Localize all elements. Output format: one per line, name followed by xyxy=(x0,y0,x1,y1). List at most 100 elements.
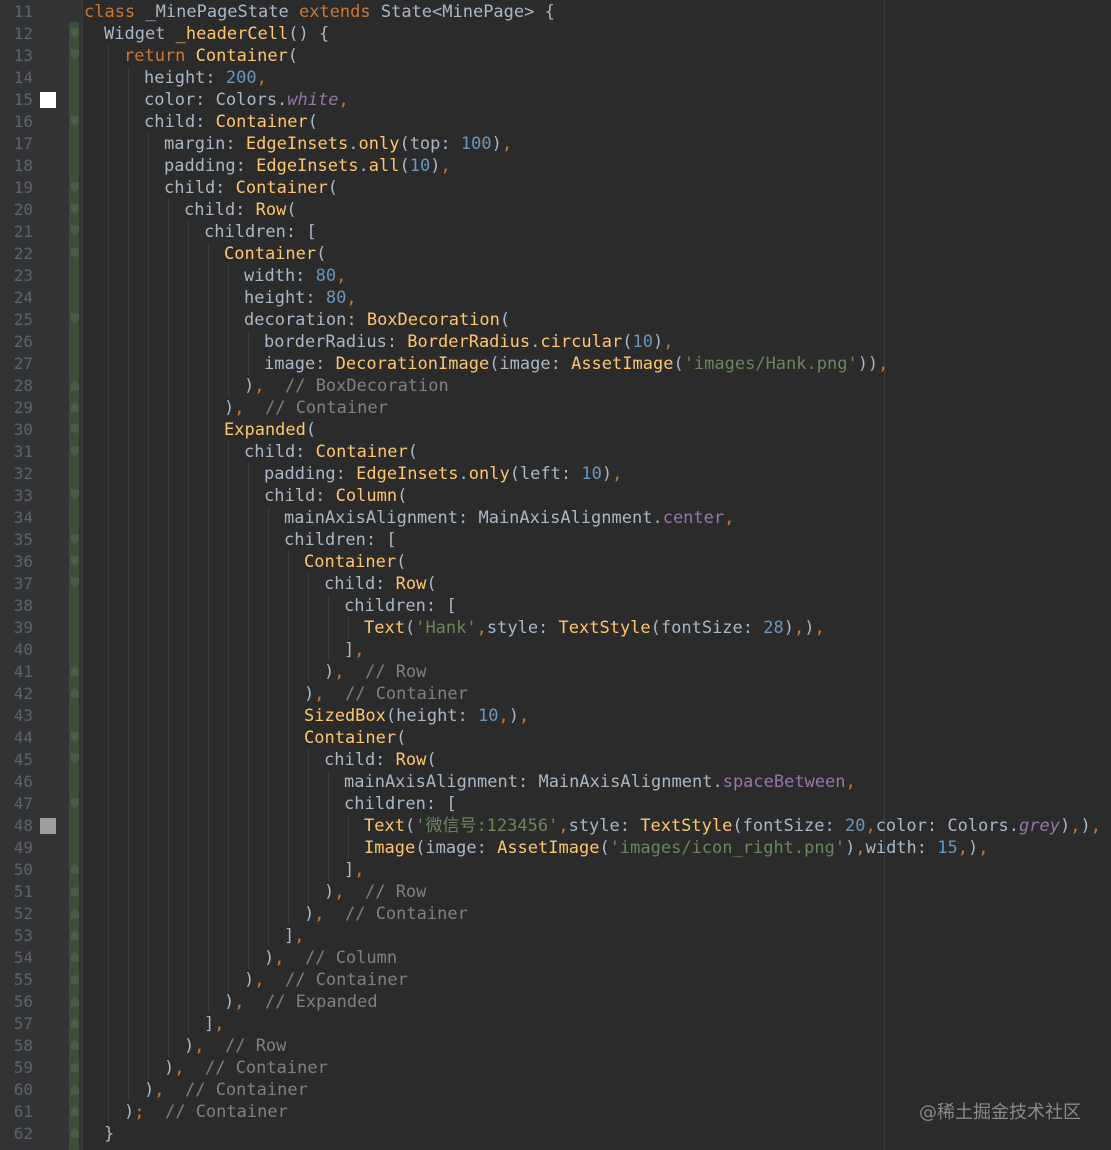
code-line[interactable]: 39 Text('Hank',style: TextStyle(fontSize:… xyxy=(0,617,1111,639)
code-line[interactable]: 35 children: [ xyxy=(0,529,1111,551)
code-line[interactable]: 42), // Container xyxy=(0,683,1111,705)
code-line[interactable]: 49 Image(image: AssetImage('images/icon_r… xyxy=(0,837,1111,859)
code-line[interactable]: 51), // Row xyxy=(0,881,1111,903)
code-line[interactable]: 25 decoration: BoxDecoration( xyxy=(0,309,1111,331)
code-line[interactable]: 45 child: Row( xyxy=(0,749,1111,771)
code-line[interactable]: 58), // Row xyxy=(0,1035,1111,1057)
fold-start-icon[interactable] xyxy=(71,446,79,456)
code-token: ) xyxy=(164,1058,175,1078)
color-preview-swatch[interactable] xyxy=(40,818,56,834)
fold-start-icon[interactable] xyxy=(71,754,79,764)
code-line[interactable]: 22 Container( xyxy=(0,243,1111,265)
code-line[interactable]: 14 height: 200, xyxy=(0,67,1111,89)
code-line[interactable]: 16 child: Container( xyxy=(0,111,1111,133)
fold-end-icon[interactable] xyxy=(71,952,79,962)
code-line[interactable]: 11 class _MinePageState extends State<Min… xyxy=(0,1,1111,23)
code-line[interactable]: 29), // Container xyxy=(0,397,1111,419)
fold-start-icon[interactable] xyxy=(71,424,79,434)
code-line[interactable]: 30 Expanded( xyxy=(0,419,1111,441)
indent-guide xyxy=(148,991,149,1013)
indent-guide xyxy=(128,683,129,705)
fold-end-icon[interactable] xyxy=(71,1106,79,1116)
code-line[interactable]: 17 margin: EdgeInsets.only(top: 100), xyxy=(0,133,1111,155)
code-line[interactable]: 59), // Container xyxy=(0,1057,1111,1079)
fold-end-icon[interactable] xyxy=(71,1128,79,1138)
code-line[interactable]: 28), // BoxDecoration xyxy=(0,375,1111,397)
code-line[interactable]: 40], xyxy=(0,639,1111,661)
indent-guide xyxy=(188,441,189,463)
fold-end-icon[interactable] xyxy=(71,1084,79,1094)
code-line[interactable]: 62} xyxy=(0,1123,1111,1145)
fold-end-icon[interactable] xyxy=(71,402,79,412)
code-line[interactable]: 46 mainAxisAlignment: MainAxisAlignment.s… xyxy=(0,771,1111,793)
code-line[interactable]: 13 return Container( xyxy=(0,45,1111,67)
code-line[interactable]: 52), // Container xyxy=(0,903,1111,925)
code-line[interactable]: 54), // Column xyxy=(0,947,1111,969)
code-line[interactable]: 48 Text('微信号:123456',style: TextStyle(fon… xyxy=(0,815,1111,837)
code-line[interactable]: 19 child: Container( xyxy=(0,177,1111,199)
code-line[interactable]: 34 mainAxisAlignment: MainAxisAlignment.c… xyxy=(0,507,1111,529)
code-editor[interactable]: 11 class _MinePageState extends State<Min… xyxy=(0,0,1111,1150)
fold-end-icon[interactable] xyxy=(71,1062,79,1072)
fold-start-icon[interactable] xyxy=(71,116,79,126)
code-line[interactable]: 23 width: 80, xyxy=(0,265,1111,287)
code-line[interactable]: 12 Widget _headerCell() { xyxy=(0,23,1111,45)
code-line[interactable]: 53], xyxy=(0,925,1111,947)
fold-start-icon[interactable] xyxy=(71,732,79,742)
fold-end-icon[interactable] xyxy=(71,864,79,874)
code-line[interactable]: 56), // Expanded xyxy=(0,991,1111,1013)
color-preview-swatch[interactable] xyxy=(40,92,56,108)
fold-start-icon[interactable] xyxy=(71,314,79,324)
code-line[interactable]: 36 Container( xyxy=(0,551,1111,573)
code-token: ) xyxy=(1080,816,1091,836)
fold-end-icon[interactable] xyxy=(71,908,79,918)
fold-end-icon[interactable] xyxy=(71,380,79,390)
fold-end-icon[interactable] xyxy=(71,1040,79,1050)
code-line[interactable]: 44 Container( xyxy=(0,727,1111,749)
code-token: , xyxy=(612,464,623,484)
code-line[interactable]: 18 padding: EdgeInsets.all(10), xyxy=(0,155,1111,177)
fold-start-icon[interactable] xyxy=(71,182,79,192)
fold-end-icon[interactable] xyxy=(71,1018,79,1028)
fold-start-icon[interactable] xyxy=(71,204,79,214)
code-line[interactable]: 15 color: Colors.white, xyxy=(0,89,1111,111)
fold-start-icon[interactable] xyxy=(71,556,79,566)
code-line[interactable]: 47 children: [ xyxy=(0,793,1111,815)
code-line[interactable]: 32 padding: EdgeInsets.only(left: 10), xyxy=(0,463,1111,485)
indent-guide xyxy=(268,749,269,771)
fold-start-icon[interactable] xyxy=(71,50,79,60)
code-line[interactable]: 21 children: [ xyxy=(0,221,1111,243)
indent-guide xyxy=(188,463,189,485)
code-line[interactable]: 27 image: DecorationImage(image: AssetIma… xyxy=(0,353,1111,375)
code-line[interactable]: 43 SizedBox(height: 10,), xyxy=(0,705,1111,727)
code-line[interactable]: 57], xyxy=(0,1013,1111,1035)
code-line[interactable]: 26 borderRadius: BorderRadius.circular(10… xyxy=(0,331,1111,353)
fold-end-icon[interactable] xyxy=(71,996,79,1006)
fold-start-icon[interactable] xyxy=(71,248,79,258)
code-line[interactable]: 50], xyxy=(0,859,1111,881)
code-line[interactable]: 38 children: [ xyxy=(0,595,1111,617)
code-line[interactable]: 55), // Container xyxy=(0,969,1111,991)
indent-guide xyxy=(188,265,189,287)
code-line[interactable]: 20 child: Row( xyxy=(0,199,1111,221)
code-line[interactable]: 24 height: 80, xyxy=(0,287,1111,309)
fold-start-icon[interactable] xyxy=(71,578,79,588)
fold-start-icon[interactable] xyxy=(71,28,79,38)
code-line[interactable]: 31 child: Container( xyxy=(0,441,1111,463)
code-line[interactable]: 33 child: Column( xyxy=(0,485,1111,507)
indent-guide xyxy=(248,639,249,661)
fold-end-icon[interactable] xyxy=(71,974,79,984)
fold-end-icon[interactable] xyxy=(71,886,79,896)
fold-start-icon[interactable] xyxy=(71,798,79,808)
fold-start-icon[interactable] xyxy=(71,226,79,236)
code-line[interactable]: 41), // Row xyxy=(0,661,1111,683)
fold-start-icon[interactable] xyxy=(71,534,79,544)
code-line[interactable]: 37 child: Row( xyxy=(0,573,1111,595)
fold-end-icon[interactable] xyxy=(71,666,79,676)
fold-end-icon[interactable] xyxy=(71,688,79,698)
fold-start-icon[interactable] xyxy=(71,490,79,500)
indent-guide xyxy=(188,903,189,925)
fold-end-icon[interactable] xyxy=(71,930,79,940)
